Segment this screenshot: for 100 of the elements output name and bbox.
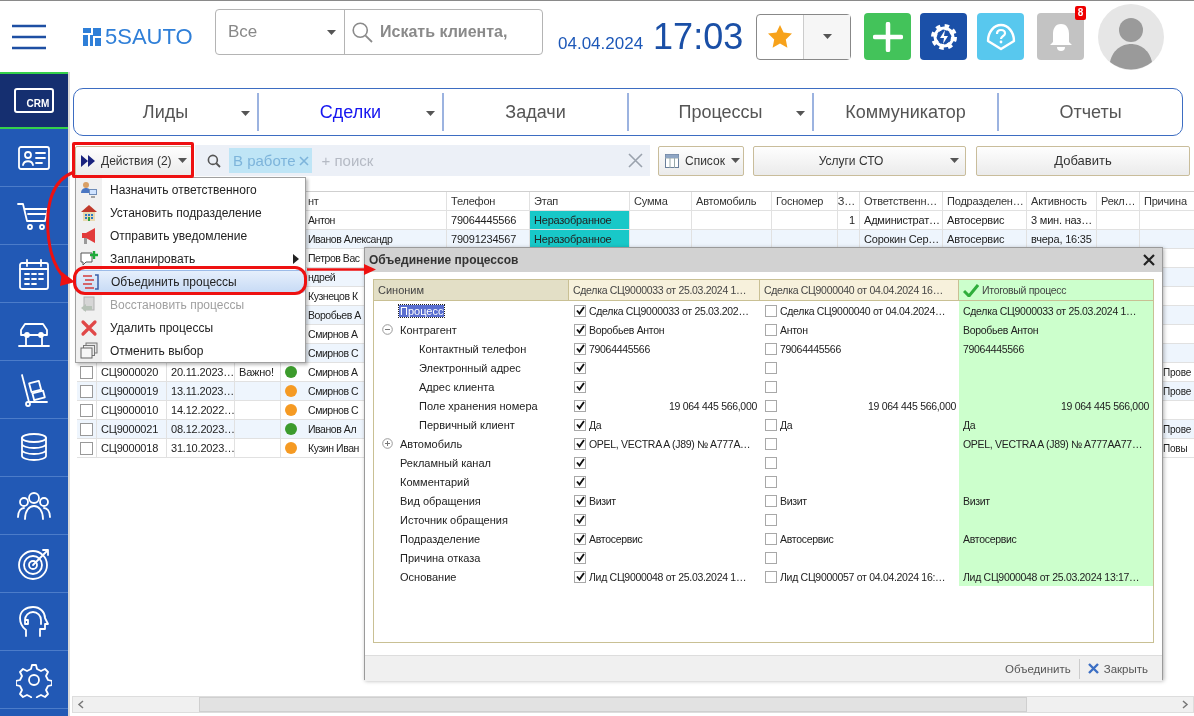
- collapse-icon[interactable]: [382, 324, 393, 335]
- column-header[interactable]: Ответственн…: [860, 192, 943, 210]
- merge-checkbox[interactable]: [765, 532, 777, 545]
- field-label[interactable]: Комментарий: [399, 475, 471, 488]
- column-header[interactable]: Этап: [530, 192, 630, 210]
- nav-tab[interactable]: Коммуникатор: [812, 93, 997, 131]
- table-cell: Кузнецов К: [308, 290, 358, 302]
- field-label[interactable]: Источник обращения: [399, 513, 509, 526]
- field-label[interactable]: Первичный клиент: [418, 418, 516, 431]
- close-button[interactable]: Закрыть: [1078, 658, 1156, 679]
- field-label[interactable]: Основание: [399, 570, 458, 583]
- nav-tab[interactable]: Отчеты: [997, 93, 1182, 131]
- column-header[interactable]: З…: [838, 192, 860, 210]
- menu-item[interactable]: Объединить процессы: [76, 270, 305, 293]
- merge-button[interactable]: Объединить: [997, 658, 1079, 679]
- nav-tab[interactable]: Задачи: [442, 93, 627, 131]
- field-label[interactable]: Контрагент: [399, 323, 458, 336]
- merge-checkbox[interactable]: [765, 399, 777, 412]
- stage-label: Неразобранное: [530, 230, 630, 248]
- user-computer-icon: [80, 180, 98, 199]
- merge-checkbox[interactable]: [574, 380, 586, 393]
- field-label[interactable]: Подразделение: [399, 532, 482, 545]
- column-header[interactable]: Рекл…: [1097, 192, 1140, 210]
- merge-checkbox[interactable]: [574, 475, 586, 488]
- merge-checkbox[interactable]: [574, 513, 586, 526]
- merge-checkbox[interactable]: [574, 399, 586, 412]
- merge-checkbox[interactable]: [574, 532, 586, 545]
- merge-checkbox[interactable]: [765, 475, 777, 488]
- column-header[interactable]: Сумма: [630, 192, 692, 210]
- merge-checkbox[interactable]: [574, 418, 586, 431]
- row-checkbox[interactable]: [80, 441, 93, 455]
- merge-checkbox[interactable]: [765, 361, 777, 374]
- merge-checkbox[interactable]: [765, 456, 777, 469]
- menu-item[interactable]: Отменить выбор: [76, 339, 305, 362]
- merge-checkbox[interactable]: [574, 570, 586, 583]
- menu-item[interactable]: Удалить процессы: [76, 316, 305, 339]
- scrollbar-thumb[interactable]: [199, 697, 1027, 712]
- column-header[interactable]: Сделка СЦ9000033 от 25.03.2024 1…: [569, 280, 760, 300]
- merge-checkbox[interactable]: [765, 513, 777, 526]
- service-button[interactable]: [920, 13, 968, 60]
- date-text: 04.04.2024: [558, 32, 644, 54]
- column-header[interactable]: Активность: [1027, 192, 1097, 210]
- merge-checkbox[interactable]: [574, 323, 586, 336]
- menu-item[interactable]: Запланировать: [76, 247, 305, 270]
- merge-checkbox[interactable]: [765, 494, 777, 507]
- scope-dropdown[interactable]: Все: [216, 10, 345, 54]
- speech-bubble-plus-icon: [80, 249, 98, 268]
- merge-checkbox[interactable]: [765, 418, 777, 431]
- column-header[interactable]: Синоним: [374, 280, 569, 300]
- field-label[interactable]: Рекламный канал: [399, 456, 492, 469]
- row-checkbox[interactable]: [80, 384, 93, 398]
- nav-tab[interactable]: Сделки: [257, 93, 442, 131]
- field-label[interactable]: Адрес клиента: [418, 380, 496, 393]
- merge-checkbox[interactable]: [574, 437, 586, 450]
- column-header[interactable]: Автомобиль: [692, 192, 772, 210]
- expand-icon[interactable]: [382, 438, 393, 449]
- field-label[interactable]: Автомобиль: [399, 437, 464, 450]
- column-header[interactable]: Госномер: [772, 192, 838, 210]
- nav-tab[interactable]: Процессы: [627, 93, 812, 131]
- merge-checkbox[interactable]: [765, 304, 777, 317]
- horizontal-scrollbar[interactable]: [72, 696, 1194, 713]
- field-label[interactable]: Контактный телефон: [418, 342, 528, 355]
- merge-checkbox[interactable]: [765, 342, 777, 355]
- merge-checkbox[interactable]: [765, 551, 777, 564]
- search-field[interactable]: Искать клиента,: [378, 22, 542, 42]
- row-checkbox[interactable]: [80, 422, 93, 436]
- menu-item[interactable]: Отправить уведомление: [76, 224, 305, 247]
- merge-checkbox[interactable]: [574, 361, 586, 374]
- add-button[interactable]: Добавить: [976, 145, 1190, 176]
- merge-checkbox[interactable]: [574, 551, 586, 564]
- field-label[interactable]: Поле хранения номера: [418, 399, 539, 412]
- merge-checkbox[interactable]: [765, 570, 777, 583]
- field-label[interactable]: Электронный адрес: [418, 361, 522, 374]
- column-header[interactable]: Итоговый процесс: [959, 280, 1153, 300]
- row-checkbox[interactable]: [80, 403, 93, 417]
- merge-checkbox[interactable]: [574, 304, 586, 317]
- sidebar-item[interactable]: CRM: [0, 72, 68, 129]
- actions-button[interactable]: Действия (2): [75, 145, 192, 176]
- merge-checkbox[interactable]: [765, 437, 777, 450]
- result-cell: Визит: [959, 491, 1153, 510]
- close-icon[interactable]: [1143, 254, 1155, 266]
- merge-checkbox[interactable]: [765, 380, 777, 393]
- merge-checkbox[interactable]: [765, 323, 777, 336]
- field-label[interactable]: Процесс: [399, 304, 445, 317]
- column-header[interactable]: Подразделен…: [943, 192, 1027, 210]
- merge-checkbox[interactable]: [574, 494, 586, 507]
- field-label[interactable]: Причина отказа: [399, 551, 482, 564]
- service-dropdown[interactable]: Услуги СТО: [753, 145, 966, 176]
- field-label[interactable]: Вид обращения: [399, 494, 482, 507]
- column-header[interactable]: Причина: [1140, 192, 1194, 210]
- table-cell: Антон: [308, 214, 335, 226]
- merge-checkbox[interactable]: [574, 456, 586, 469]
- merge-checkbox[interactable]: [574, 342, 586, 355]
- nav-tab[interactable]: Лиды: [74, 93, 257, 131]
- column-header[interactable]: Сделка СЦ9000040 от 04.04.2024 16…: [760, 280, 959, 300]
- result-cell: Воробьев Антон: [959, 320, 1153, 339]
- favorites-button[interactable]: [756, 13, 852, 60]
- column-header[interactable]: Телефон: [447, 192, 530, 210]
- row-checkbox[interactable]: [80, 365, 93, 379]
- view-button[interactable]: Список: [658, 145, 744, 176]
